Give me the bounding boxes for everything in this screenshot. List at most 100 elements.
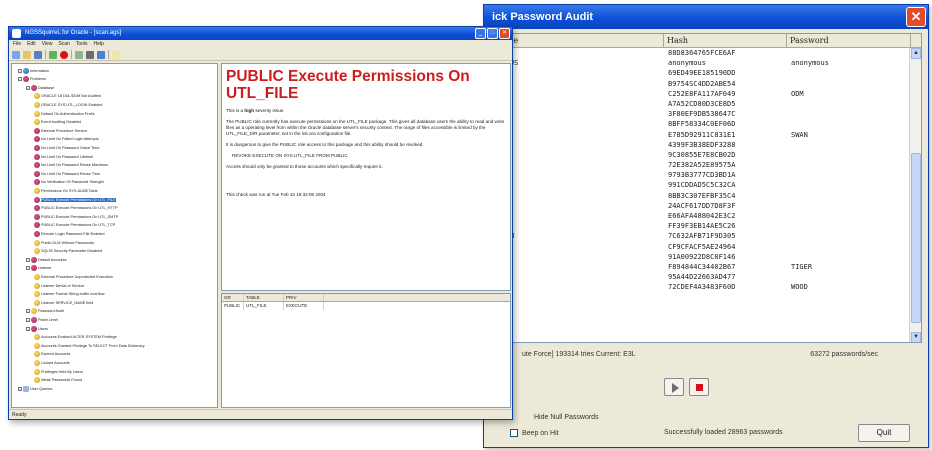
tree-item[interactable]: Event Auditing Disabled	[34, 119, 81, 126]
tree-item[interactable]: Permissions On SYS.AUD$ Table	[34, 187, 98, 194]
menu-help[interactable]: Help	[94, 40, 104, 49]
expander-icon[interactable]: −	[26, 326, 30, 331]
tree-item[interactable]: No Verification Of Password Strength	[34, 179, 104, 186]
tree-item[interactable]: − Problems	[18, 76, 46, 83]
expander-icon[interactable]: −	[18, 77, 22, 82]
print-icon[interactable]	[86, 50, 94, 59]
beep-on-hit-checkbox[interactable]: Beep on Hit	[510, 429, 559, 437]
tree-item[interactable]: External Procedure Unprotected Execution	[34, 273, 113, 280]
expander-icon[interactable]: −	[26, 309, 30, 314]
tree-item[interactable]: Listener Denial of Service	[34, 282, 84, 289]
tree-item[interactable]: External Procedure Service	[34, 127, 87, 134]
table-row[interactable]: CS 91A00922D8C0F146	[489, 252, 921, 262]
tree-item[interactable]: − Password Audit	[26, 308, 64, 315]
scroll-up-icon[interactable]: ▲	[911, 48, 921, 59]
report-icon[interactable]	[75, 50, 83, 59]
tree-item[interactable]: − Listener	[26, 265, 52, 272]
tree-item[interactable]: PUBLIC Execute Permissions On UTL_HTTP	[34, 205, 118, 212]
table-row[interactable]: 9C30855E7E8CB02D	[489, 150, 921, 160]
tree-item[interactable]: No Limit On Password Grace Time	[34, 144, 99, 151]
run-icon[interactable]	[49, 50, 57, 59]
table-row[interactable]: OG FF39F3EB14AE5C26	[489, 221, 921, 231]
tree-item[interactable]: − Information	[18, 67, 49, 74]
table-row[interactable]: ES E66AFA488042E3C2	[489, 211, 921, 221]
tree-item[interactable]: ORACLE SYS.UTL_LOGIN Enabled	[34, 101, 102, 108]
table-row[interactable]: CB CF9CFACF5AE24964	[489, 242, 921, 252]
tree-item[interactable]: − User Queries	[18, 385, 52, 392]
table-row[interactable]: ADM 991CDDAD5C5C32CA	[489, 180, 921, 190]
checkbox-box[interactable]	[510, 429, 518, 437]
results-col-priv[interactable]: PRIV	[284, 294, 324, 301]
table-row[interactable]: _MTR A7A52CD80D3CE8D5	[489, 99, 921, 109]
scroll-thumb[interactable]	[911, 153, 921, 323]
table-row[interactable]: TEST 8BFF58334C0EF06D	[489, 119, 921, 129]
table-row[interactable]: WS 24ACF617DD7D8F3F	[489, 201, 921, 211]
table-row[interactable]: YS 69ED49EE185190DD	[489, 68, 921, 78]
tree-item[interactable]: Remote Login Password File Enabled	[34, 230, 105, 237]
tree-item[interactable]: − Database	[26, 84, 54, 91]
expander-icon[interactable]: −	[26, 317, 30, 322]
menu-scan[interactable]: Scan	[58, 40, 69, 49]
table-row[interactable]: T 95A44D22663AD477	[489, 272, 921, 282]
table-row[interactable]: CBADM 7C632AFB71F9D305	[489, 231, 921, 241]
tree-item[interactable]: PUBLIC Execute Permissions On UTL_FILE	[34, 196, 116, 203]
tree-item[interactable]: Privileges Held By Users	[34, 368, 83, 375]
table-row[interactable]: C252E8FA117AF049 ODM	[489, 89, 921, 99]
close-icon[interactable]: ✕	[906, 7, 926, 27]
new-icon[interactable]	[12, 50, 20, 59]
expander-icon[interactable]: −	[26, 85, 30, 90]
menu-view[interactable]: View	[42, 40, 53, 49]
quit-button[interactable]: Quit	[858, 424, 910, 442]
table-row[interactable]: 88D8364765FCE6AF	[489, 48, 921, 58]
tree-item[interactable]: Listener SERVICE_NAME field	[34, 299, 93, 306]
table-row[interactable]: R E785D92911C831E1 SWAN	[489, 130, 921, 140]
expander-icon[interactable]: −	[18, 68, 22, 73]
tree-item[interactable]: Public DLM Without Passwords	[34, 239, 94, 246]
settings-icon[interactable]	[97, 50, 105, 59]
tree-item[interactable]: Locked Accounts	[34, 359, 70, 366]
tree-item[interactable]: PUBLIC Execute Permissions On UTL_SMTP	[34, 213, 118, 220]
results-row[interactable]: PUBLIC UTL_FILE EXECUTE	[222, 302, 510, 310]
tree-item[interactable]: No Limit On Failed Login Attempts	[34, 136, 99, 143]
table-row[interactable]: NYMOUS anonymous anonymous	[489, 58, 921, 68]
column-password[interactable]: Password	[787, 34, 911, 47]
help-icon[interactable]	[112, 50, 120, 59]
scroll-down-icon[interactable]: ▼	[911, 332, 921, 342]
expander-icon[interactable]: −	[18, 386, 22, 391]
menu-tools[interactable]: Tools	[76, 40, 88, 49]
tree-item[interactable]: Accounts Enabled ALTER SYSTEM Privilege	[34, 334, 117, 341]
tree-item[interactable]: − Users	[26, 325, 48, 332]
table-row[interactable]: ROXY B9754SC4DD2ABE54	[489, 79, 921, 89]
tree-item[interactable]: ORACLE 18 DDL/DDM Not Audited	[34, 93, 101, 100]
tree-item[interactable]: Weak Passwords Found	[34, 377, 82, 384]
tree-item[interactable]: Listener Format String buffer overflow	[34, 291, 104, 298]
table-row[interactable]: 72E382A52E89575A	[489, 160, 921, 170]
menu-file[interactable]: File	[13, 40, 21, 49]
stop-icon[interactable]	[60, 50, 68, 59]
tree-item[interactable]: Default Os Authentication Prefix	[34, 110, 95, 117]
tree-item[interactable]: − Default Accounts	[26, 256, 67, 263]
table-row[interactable]: 8BB3C307EFBF35C4	[489, 191, 921, 201]
table-row[interactable]: 9793B3777CD3BD1A	[489, 170, 921, 180]
results-col-gr[interactable]: GR	[222, 294, 244, 301]
table-row[interactable]: MS 72CDEF4A3483F60D WOOD	[489, 282, 921, 292]
squirrel-titlebar[interactable]: NGSSquirreL for Oracle - [scan.ags] _ □ …	[9, 27, 512, 40]
hide-null-checkbox[interactable]: Hide Null Passwords	[522, 413, 599, 421]
grid-scrollbar[interactable]: ▲ ▼	[909, 48, 921, 342]
tree-item[interactable]: Expired Accounts	[34, 351, 70, 358]
maximize-icon[interactable]: □	[487, 28, 498, 39]
table-row[interactable]: PSYS 3F80EF9DB538647C	[489, 109, 921, 119]
open-icon[interactable]	[23, 50, 31, 59]
table-row[interactable]: 4399F3B38EDF3288	[489, 140, 921, 150]
tree-item[interactable]: SQL92 Security Parameter Disabled	[34, 248, 102, 255]
column-hash[interactable]: Hash	[664, 34, 787, 47]
table-row[interactable]: TT F894844C34402B67 TIGER	[489, 262, 921, 272]
audit-titlebar[interactable]: ick Password Audit ✕	[484, 5, 928, 29]
column-username[interactable]: rname	[489, 34, 664, 47]
tree-item[interactable]: No Limit On Password Reuse Maximum	[34, 162, 108, 169]
play-button[interactable]	[664, 378, 684, 396]
menu-edit[interactable]: Edit	[27, 40, 36, 49]
tree-item[interactable]: No Limit On Password Lifetime	[34, 153, 93, 160]
tree-item[interactable]: No Limit On Password Reuse Time	[34, 170, 100, 177]
minimize-icon[interactable]: _	[475, 28, 486, 39]
